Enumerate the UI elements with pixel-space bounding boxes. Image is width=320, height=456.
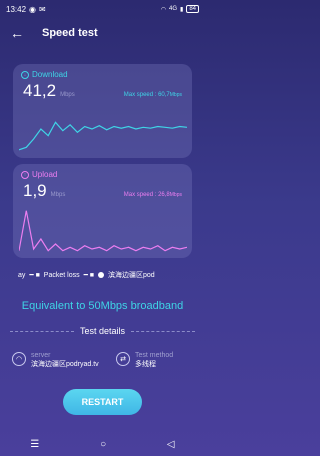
download-value-row: 41,2 Mbps Max speed : 60,7Mbps <box>13 79 192 101</box>
page-title: Speed test <box>42 27 98 39</box>
nav-menu-icon[interactable]: ☰ <box>30 439 39 450</box>
clock: 13:42 <box>6 4 27 14</box>
download-icon: ↓ <box>21 70 29 79</box>
ticker-separator-2: ━ ■ <box>83 272 94 279</box>
shuffle-icon: ⇄ <box>116 352 130 366</box>
download-max: Max speed : 60,7Mbps <box>123 92 182 98</box>
method-label: Test method <box>135 352 174 359</box>
nav-home-icon[interactable]: ○ <box>100 439 106 450</box>
download-chart <box>19 121 187 151</box>
upload-card: ↑ Upload 1,9 Mbps Max speed : 26,8Mbps <box>13 164 192 258</box>
ticker-text-start: ay <box>18 271 26 279</box>
ticker-server-text: 滨海边疆区pod <box>107 272 155 279</box>
download-label: Download <box>32 70 68 79</box>
battery-level: 84 <box>186 5 199 13</box>
upload-chart <box>19 210 187 252</box>
upload-unit: Mbps <box>50 192 66 198</box>
download-speed: 41,2 <box>23 81 57 100</box>
nav-back-icon[interactable]: ◁ <box>167 439 175 450</box>
divider-left <box>10 330 74 332</box>
download-unit: Mbps <box>60 92 75 98</box>
network-label: 4G <box>168 6 177 12</box>
wifi-icon: ◠ <box>12 352 26 366</box>
upload-speed: 1,9 <box>23 181 47 200</box>
test-details-heading: Test details <box>10 326 195 336</box>
status-bar: 13:42 ◉ ✉ ◠ 4G ▮ 84 <box>0 0 205 18</box>
signal-icon: ▮ <box>180 6 184 13</box>
notification-icon: ◉ <box>29 4 37 14</box>
message-icon: ✉ <box>39 4 46 14</box>
upload-header: ↑ Upload <box>13 164 192 179</box>
server-detail: ◠ server 滨海边疆区podryad.tv <box>12 352 99 369</box>
upload-icon: ↑ <box>21 170 29 179</box>
wifi-icon: ◠ <box>160 6 166 13</box>
server-value: 滨海边疆区podryad.tv <box>31 361 99 368</box>
server-flag-icon <box>97 272 104 278</box>
info-ticker: ay ━ ■ Packet loss ━ ■ 滨海边疆区pod <box>0 270 205 280</box>
ticker-separator: ━ ■ <box>29 272 40 279</box>
restart-button[interactable]: RESTART <box>63 389 142 415</box>
download-header: ↓ Download <box>13 64 192 79</box>
server-label: server <box>31 352 51 359</box>
test-details-title: Test details <box>79 326 126 336</box>
download-card: ↓ Download 41,2 Mbps Max speed : 60,7Mbp… <box>13 64 192 158</box>
back-arrow-icon[interactable]: ← <box>10 26 24 40</box>
packet-loss-label: Packet loss <box>43 271 80 279</box>
divider-right <box>131 330 195 332</box>
method-value: 多线程 <box>135 361 156 368</box>
upload-max: Max speed : 26,8Mbps <box>123 192 182 198</box>
app-header: ← Speed test <box>0 18 205 48</box>
upload-value-row: 1,9 Mbps Max speed : 26,8Mbps <box>13 179 192 201</box>
upload-series-line <box>19 210 187 252</box>
equivalent-broadband: Equivalent to 50Mbps broadband <box>21 300 184 312</box>
system-nav-bar: ☰ ○ ◁ <box>0 432 205 456</box>
upload-label: Upload <box>32 170 58 179</box>
download-series-line <box>19 121 187 151</box>
method-detail: ⇄ Test method 多线程 <box>116 352 173 369</box>
